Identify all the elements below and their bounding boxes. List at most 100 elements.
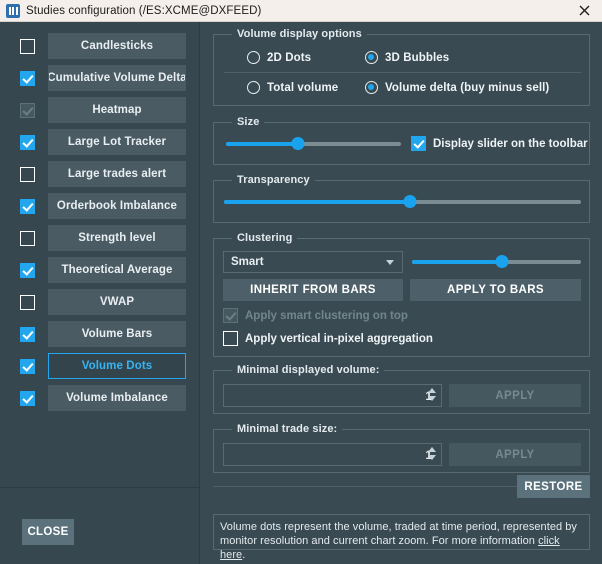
display-slider-toolbar-checkbox[interactable]: [411, 136, 426, 151]
transparency-slider[interactable]: [224, 195, 581, 209]
study-checkbox[interactable]: [20, 263, 35, 278]
study-button[interactable]: Orderbook Imbalance: [48, 193, 186, 219]
sidebar-divider: [0, 487, 199, 488]
settings-panel: Volume display options 2D Dots 3D Bubble…: [201, 22, 602, 564]
study-button[interactable]: Volume Dots: [48, 353, 186, 379]
transparency-group: Transparency: [213, 180, 590, 223]
transparency-slider-thumb[interactable]: [403, 195, 416, 208]
study-checkbox[interactable]: [20, 295, 35, 310]
study-checkbox[interactable]: [20, 135, 35, 150]
close-icon[interactable]: [566, 0, 602, 21]
study-row: Orderbook Imbalance: [0, 190, 200, 222]
chevron-down-icon[interactable]: [386, 260, 394, 265]
volume-display-options-group: Volume display options 2D Dots 3D Bubble…: [213, 34, 590, 106]
vertical-in-pixel-aggregation-checkbox[interactable]: [223, 331, 238, 346]
window-title: Studies configuration (/ES:XCME@DXFEED): [26, 5, 261, 17]
app-chart-bars-icon: [6, 4, 20, 18]
minimal-displayed-volume-apply-button[interactable]: APPLY: [449, 384, 581, 407]
study-checkbox[interactable]: [20, 231, 35, 246]
study-row: Strength level: [0, 222, 200, 254]
study-checkbox[interactable]: [20, 39, 35, 54]
study-checkbox[interactable]: [20, 167, 35, 182]
study-row: Volume Bars: [0, 318, 200, 350]
display-slider-toolbar-checkbox-row[interactable]: Display slider on the toolbar: [411, 136, 588, 151]
radio-2d-dots-label: 2D Dots: [267, 52, 311, 64]
clustering-slider-fill: [412, 260, 502, 264]
apply-to-bars-button[interactable]: APPLY TO BARS: [410, 279, 581, 301]
clustering-mode-select[interactable]: Smart: [223, 251, 403, 273]
size-group: Size Display slider on the toolbar: [213, 122, 590, 165]
smart-clustering-on-top-label: Apply smart clustering on top: [245, 310, 408, 322]
study-row: Large Lot Tracker: [0, 126, 200, 158]
transparency-legend: Transparency: [232, 174, 315, 186]
study-row: Heatmap: [0, 94, 200, 126]
radio-total-volume-label: Total volume: [267, 82, 338, 94]
study-button[interactable]: Strength level: [48, 225, 186, 251]
study-button[interactable]: Candlesticks: [48, 33, 186, 59]
radio-total-volume-indicator[interactable]: [247, 81, 260, 94]
size-legend: Size: [232, 116, 264, 128]
studies-configuration-dialog: Studies configuration (/ES:XCME@DXFEED) …: [0, 0, 602, 564]
close-button[interactable]: CLOSE: [22, 519, 74, 545]
inherit-from-bars-button[interactable]: INHERIT FROM BARS: [223, 279, 403, 301]
smart-clustering-on-top-checkbox: [223, 308, 238, 323]
study-row: Cumulative Volume Delta: [0, 62, 200, 94]
study-row: Volume Dots: [0, 350, 200, 382]
display-slider-toolbar-label: Display slider on the toolbar: [433, 138, 588, 150]
clustering-slider[interactable]: [412, 255, 581, 269]
study-checkbox[interactable]: [20, 199, 35, 214]
study-row: Large trades alert: [0, 158, 200, 190]
study-checkbox[interactable]: [20, 391, 35, 406]
clustering-mode-value: Smart: [231, 256, 264, 268]
minimal-trade-size-group: Minimal trade size: 1 APPLY: [213, 429, 590, 473]
radio-3d-bubbles-label: 3D Bubbles: [385, 52, 449, 64]
volume-display-options-legend: Volume display options: [232, 28, 367, 40]
study-checkbox: [20, 103, 35, 118]
restore-button[interactable]: RESTORE: [517, 475, 590, 498]
study-button[interactable]: Volume Bars: [48, 321, 186, 347]
radio-volume-delta-indicator[interactable]: [365, 81, 378, 94]
clustering-legend: Clustering: [232, 232, 297, 244]
study-button[interactable]: Volume Imbalance: [48, 385, 186, 411]
clustering-slider-thumb[interactable]: [495, 255, 508, 268]
vertical-in-pixel-aggregation-label: Apply vertical in-pixel aggregation: [245, 333, 433, 345]
radio-total-volume[interactable]: Total volume: [247, 81, 338, 94]
info-text-after: .: [242, 549, 245, 561]
radio-3d-bubbles[interactable]: 3D Bubbles: [365, 51, 449, 64]
study-row: VWAP: [0, 286, 200, 318]
minimal-displayed-volume-legend: Minimal displayed volume:: [232, 364, 384, 376]
radio-2d-dots[interactable]: 2D Dots: [247, 51, 311, 64]
minimal-trade-size-stepper[interactable]: [428, 447, 436, 460]
study-checkbox[interactable]: [20, 71, 35, 86]
studies-sidebar: Candlesticks Cumulative Volume Delta Heatm…: [0, 22, 200, 564]
study-button[interactable]: Large trades alert: [48, 161, 186, 187]
radio-volume-delta[interactable]: Volume delta (buy minus sell): [365, 81, 549, 94]
info-text-before: Volume dots represent the volume, traded…: [220, 521, 577, 547]
info-box: Volume dots represent the volume, traded…: [213, 514, 590, 550]
study-row: Volume Imbalance: [0, 382, 200, 414]
clustering-group: Clustering Smart INHERIT FROM BARS APPLY…: [213, 238, 590, 357]
study-button[interactable]: Large Lot Tracker: [48, 129, 186, 155]
study-checkbox[interactable]: [20, 359, 35, 374]
minimal-displayed-volume-input[interactable]: 1: [223, 384, 442, 407]
study-button[interactable]: VWAP: [48, 289, 186, 315]
size-slider[interactable]: [226, 137, 401, 151]
study-row: Candlesticks: [0, 30, 200, 62]
study-button[interactable]: Cumulative Volume Delta: [48, 65, 186, 91]
transparency-slider-fill: [224, 200, 410, 204]
radio-3d-bubbles-indicator[interactable]: [365, 51, 378, 64]
minimal-displayed-volume-stepper[interactable]: [428, 388, 436, 401]
radio-2d-dots-indicator[interactable]: [247, 51, 260, 64]
title-bar: Studies configuration (/ES:XCME@DXFEED): [0, 0, 602, 22]
minimal-trade-size-apply-button[interactable]: APPLY: [449, 443, 581, 466]
smart-clustering-on-top-row: Apply smart clustering on top: [223, 308, 408, 323]
minimal-trade-size-input[interactable]: 1: [223, 443, 442, 466]
study-button[interactable]: Heatmap: [48, 97, 186, 123]
study-button[interactable]: Theoretical Average: [48, 257, 186, 283]
size-slider-thumb[interactable]: [291, 137, 304, 150]
info-text: Volume dots represent the volume, traded…: [220, 520, 583, 562]
studies-list: Candlesticks Cumulative Volume Delta Heatm…: [0, 30, 200, 510]
study-checkbox[interactable]: [20, 327, 35, 342]
group-inner-divider: [224, 72, 581, 73]
vertical-in-pixel-aggregation-row[interactable]: Apply vertical in-pixel aggregation: [223, 331, 433, 346]
